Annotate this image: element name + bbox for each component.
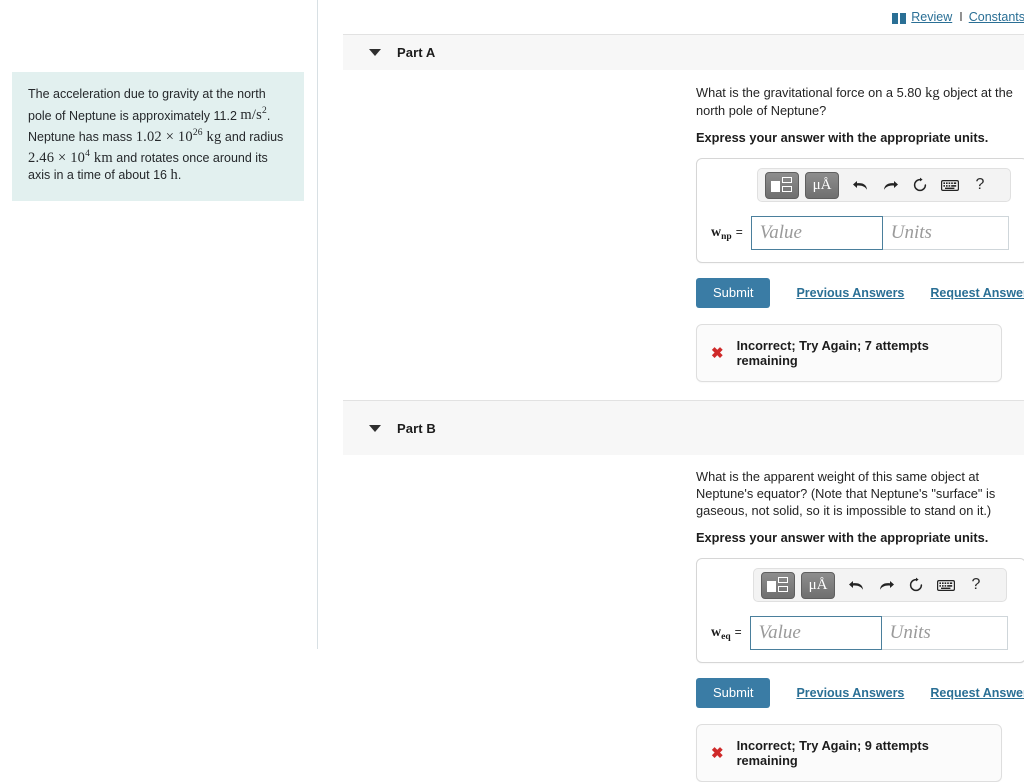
units-icon[interactable]: μÅ <box>805 171 839 199</box>
info-value-2: 1.02 × 1026 kg <box>135 127 222 145</box>
feedback-text-a: Incorrect; Try Again; 7 attempts remaini… <box>736 338 929 368</box>
redo-icon[interactable] <box>875 172 905 198</box>
content-column: Review I Constants Part A What is the gr… <box>318 0 1024 782</box>
part-title-a: Part A <box>397 45 436 60</box>
answer-entry-row-b: weq = Value Units <box>709 616 1015 650</box>
feedback-text-b: Incorrect; Try Again; 9 attempts remaini… <box>736 738 929 768</box>
keyboard-icon[interactable] <box>931 572 961 598</box>
answer-toolbar-a: μÅ ? <box>757 168 1011 202</box>
part-header-b[interactable]: Part B <box>343 400 1024 455</box>
error-x-icon: ✖ <box>711 744 724 762</box>
previous-answers-link-a[interactable]: Previous Answers <box>796 286 904 300</box>
chevron-down-icon[interactable] <box>369 49 381 56</box>
answer-widget-a: μÅ ? wnp = Value Units <box>696 158 1024 263</box>
review-link[interactable]: Review <box>911 10 952 24</box>
info-text-3: and radius <box>221 129 284 144</box>
info-text-1: The acceleration due to gravity at the n… <box>28 87 266 123</box>
units-input-a[interactable]: Units <box>882 216 1009 250</box>
info-text-5: . <box>177 168 182 183</box>
part-body-a: What is the gravitational force on a 5.8… <box>318 70 1024 400</box>
feedback-banner-a: ✖ Incorrect; Try Again; 7 attempts remai… <box>696 324 1002 382</box>
value-input-b[interactable]: Value <box>749 616 882 650</box>
previous-answers-link-b[interactable]: Previous Answers <box>796 686 904 700</box>
request-answer-link-a[interactable]: Request Answer <box>930 286 1024 300</box>
answer-widget-b: μÅ ? weq = Value Units <box>696 558 1024 663</box>
help-icon[interactable]: ? <box>961 572 991 598</box>
sidebar: The acceleration due to gravity at the n… <box>0 0 318 649</box>
page-root: The acceleration due to gravity at the n… <box>0 0 1024 782</box>
template-icon[interactable] <box>765 171 799 199</box>
value-input-a[interactable]: Value <box>750 216 883 250</box>
part-title-b: Part B <box>397 420 436 436</box>
answer-variable-label-b: weq = <box>711 625 742 642</box>
question-text-b: What is the apparent weight of this same… <box>696 469 996 518</box>
feedback-banner-b: ✖ Incorrect; Try Again; 9 attempts remai… <box>696 724 1002 782</box>
submit-button-a[interactable]: Submit <box>696 278 771 308</box>
answer-entry-row-a: wnp = Value Units <box>709 216 1017 250</box>
info-value-3: 2.46 × 104 km <box>28 149 113 166</box>
part-header-a[interactable]: Part A <box>343 34 1024 70</box>
units-input-b[interactable]: Units <box>881 616 1008 650</box>
submit-row-a: Submit Previous Answers Request Answer <box>696 278 1024 308</box>
book-icon <box>892 12 907 24</box>
help-icon[interactable]: ? <box>965 172 995 198</box>
instruction-a: Express your answer with the appropriate… <box>696 130 989 145</box>
reset-icon[interactable] <box>901 572 931 598</box>
constants-link[interactable]: Constants <box>969 10 1024 24</box>
keyboard-icon[interactable] <box>935 172 965 198</box>
top-utility-bar: Review I Constants <box>318 0 1024 34</box>
link-separator: I <box>959 10 963 24</box>
problem-info-box: The acceleration due to gravity at the n… <box>12 72 304 201</box>
undo-icon[interactable] <box>841 572 871 598</box>
question-unit-a: kg <box>925 85 940 101</box>
error-x-icon: ✖ <box>711 344 724 362</box>
part-body-b: What is the apparent weight of this same… <box>318 455 1024 782</box>
template-icon[interactable] <box>761 571 795 599</box>
undo-icon[interactable] <box>845 172 875 198</box>
info-unit-1: m/s2 <box>240 106 267 124</box>
answer-variable-label-a: wnp = <box>711 225 743 242</box>
info-unit-4: h <box>170 167 178 184</box>
instruction-b: Express your answer with the appropriate… <box>696 530 989 545</box>
submit-button-b[interactable]: Submit <box>696 678 771 708</box>
reset-icon[interactable] <box>905 172 935 198</box>
chevron-down-icon[interactable] <box>369 424 381 432</box>
request-answer-link-b[interactable]: Request Answer <box>930 686 1024 700</box>
submit-row-b: Submit Previous Answers Request Answer <box>696 678 1024 708</box>
answer-toolbar-b: μÅ ? <box>753 568 1007 602</box>
question-text-a: What is the gravitational force on a 5.8… <box>696 85 1013 118</box>
units-icon[interactable]: μÅ <box>801 571 835 599</box>
redo-icon[interactable] <box>871 572 901 598</box>
